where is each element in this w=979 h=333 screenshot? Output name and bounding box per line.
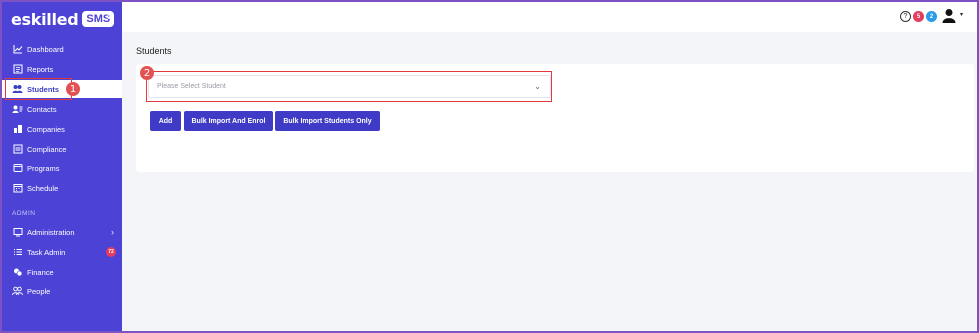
sidebar-item-label: Dashboard	[27, 44, 64, 54]
annotation-highlight-select	[146, 71, 552, 102]
bulk-import-students-only-button[interactable]: Bulk Import Students Only	[275, 111, 380, 131]
notification-badge-red[interactable]: 5	[913, 11, 924, 22]
main-content: Students Please Select Student ⌄ Add Bul…	[122, 32, 977, 331]
sidebar-item-companies[interactable]: Companies	[2, 120, 122, 138]
top-bar: ? 5 2 ▾	[122, 2, 977, 32]
calendar-icon	[12, 183, 23, 194]
notification-badge-blue[interactable]: 2	[926, 11, 937, 22]
sidebar-item-people[interactable]: People	[2, 282, 122, 300]
annotation-step-2: 2	[140, 66, 154, 80]
admin-section-label: ADMIN	[12, 210, 36, 217]
sidebar-item-label: Reports	[27, 64, 54, 74]
sidebar-item-reports[interactable]: Reports	[2, 60, 122, 78]
annotation-highlight-students	[5, 78, 72, 100]
sidebar-item-label: Companies	[27, 124, 65, 134]
chevron-right-icon: ›	[111, 227, 114, 237]
add-button[interactable]: Add	[150, 111, 181, 131]
sidebar-item-label: Schedule	[27, 183, 59, 193]
brand-name: eskilled	[11, 9, 79, 29]
annotation-step-1: 1	[66, 82, 80, 96]
task-count-badge: 72	[106, 247, 116, 257]
report-icon	[12, 64, 23, 75]
user-menu-caret-icon[interactable]: ▾	[960, 11, 963, 18]
sidebar-item-dashboard[interactable]: Dashboard	[2, 40, 122, 58]
contact-card-icon	[12, 104, 23, 115]
sidebar-item-label: Contacts	[27, 104, 57, 114]
sidebar-item-compliance[interactable]: Compliance	[2, 140, 122, 158]
sidebar-item-finance[interactable]: Finance	[2, 263, 122, 281]
brand-logo[interactable]: eskilled SMS	[11, 8, 115, 30]
sidebar-item-contacts[interactable]: Contacts	[2, 100, 122, 118]
sidebar-item-administration[interactable]: Administration ›	[2, 223, 122, 241]
sidebar-item-schedule[interactable]: Schedule	[2, 179, 122, 197]
sidebar: eskilled SMS « Dashboard Reports Student…	[2, 2, 122, 331]
sidebar-item-programs[interactable]: Programs	[2, 159, 122, 177]
sidebar-item-label: Compliance	[27, 144, 67, 154]
user-avatar-icon[interactable]	[942, 8, 956, 28]
sidebar-item-label: People	[27, 286, 51, 296]
app-window: eskilled SMS « Dashboard Reports Student…	[0, 0, 979, 333]
checklist-icon	[12, 144, 23, 155]
sidebar-item-label: Administration	[27, 227, 75, 237]
chart-line-icon	[12, 44, 23, 55]
coins-icon	[12, 267, 23, 278]
bulk-import-enrol-button[interactable]: Bulk Import And Enrol	[184, 111, 273, 131]
monitor-icon	[12, 227, 23, 238]
collapse-sidebar-icon[interactable]: «	[106, 9, 113, 23]
program-icon	[12, 163, 23, 174]
people-icon	[12, 286, 23, 297]
list-icon	[12, 247, 23, 258]
sidebar-item-task-admin[interactable]: Task Admin 72	[2, 243, 122, 261]
building-icon	[12, 124, 23, 135]
page-title: Students	[136, 46, 172, 56]
help-icon[interactable]: ?	[900, 11, 911, 22]
sidebar-item-label: Task Admin	[27, 247, 66, 257]
sidebar-item-label: Programs	[27, 163, 60, 173]
sidebar-item-label: Finance	[27, 267, 54, 277]
